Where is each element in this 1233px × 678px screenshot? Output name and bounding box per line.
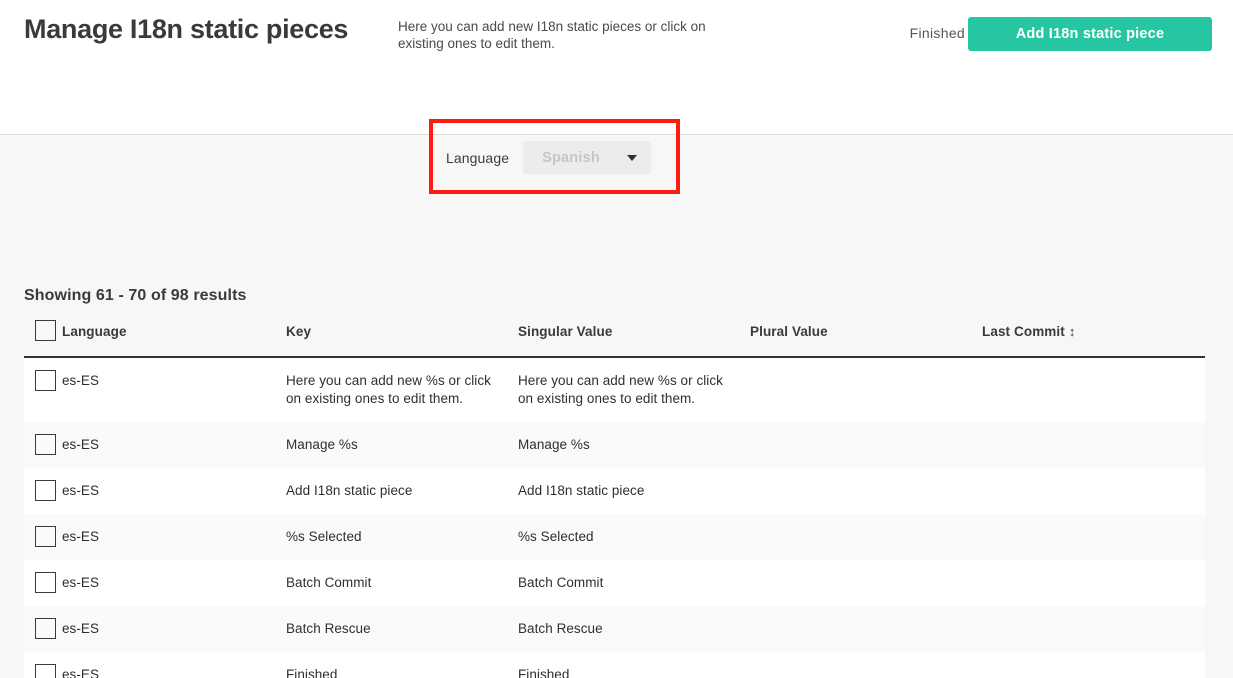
table-row[interactable]: es-ES Batch RescueBatch Rescue — [24, 606, 1205, 652]
cell-language: es-ES — [24, 606, 286, 652]
cell-language: es-ES — [24, 514, 286, 560]
cell-singular-value: Batch Rescue — [518, 606, 750, 652]
cell-language: es-ES — [24, 468, 286, 514]
column-header-language-label: Language — [62, 324, 127, 339]
page-title: Manage I18n static pieces — [24, 14, 348, 45]
cell-singular-value: Finished — [518, 652, 750, 678]
cell-language: es-ES — [24, 652, 286, 678]
cell-language-text: es-ES — [62, 436, 99, 454]
cell-plural-value — [750, 514, 982, 560]
cell-language: es-ES — [24, 422, 286, 468]
results-count: Showing 61 - 70 of 98 results — [24, 287, 247, 305]
sort-arrows-icon[interactable]: ↕ — [1069, 325, 1076, 338]
cell-last-commit — [982, 652, 1205, 678]
cell-language-text: es-ES — [62, 372, 99, 390]
cell-singular-value: Add I18n static piece — [518, 468, 750, 514]
cell-language-text: es-ES — [62, 666, 99, 678]
column-header-last-commit-label: Last Commit — [982, 324, 1065, 339]
page-header: Manage I18n static pieces Here you can a… — [0, 0, 1233, 62]
cell-key: Add I18n static piece — [286, 468, 518, 514]
chevron-down-icon — [627, 155, 637, 161]
cell-language-text: es-ES — [62, 574, 99, 592]
cell-singular-value: Here you can add new %s or click on exis… — [518, 357, 750, 422]
cell-last-commit — [982, 514, 1205, 560]
cell-plural-value — [750, 422, 982, 468]
column-header-singular-value-label: Singular Value — [518, 324, 612, 339]
page-root: Manage I18n static pieces Here you can a… — [0, 0, 1233, 678]
select-all-rows-checkbox[interactable] — [35, 320, 56, 341]
column-header-singular-value: Singular Value — [518, 324, 750, 357]
cell-language-text: es-ES — [62, 528, 99, 546]
results-table-container: Language Key Singular Value Plural Value — [24, 324, 1205, 678]
cell-language: es-ES — [24, 560, 286, 606]
table-row[interactable]: es-ES Here you can add new %s or click on… — [24, 357, 1205, 422]
row-checkbox[interactable] — [35, 480, 56, 501]
column-header-key: Key — [286, 324, 518, 357]
results-area: Showing 61 - 70 of 98 results Language K… — [0, 135, 1233, 678]
cell-key: %s Selected — [286, 514, 518, 560]
cell-language-text: es-ES — [62, 482, 99, 500]
column-header-plural-value: Plural Value — [750, 324, 982, 357]
cell-singular-value: %s Selected — [518, 514, 750, 560]
cell-key: Finished — [286, 652, 518, 678]
cell-key: Batch Commit — [286, 560, 518, 606]
i18n-static-pieces-table: Language Key Singular Value Plural Value — [24, 324, 1205, 678]
cell-last-commit — [982, 606, 1205, 652]
cell-last-commit — [982, 422, 1205, 468]
cell-plural-value — [750, 468, 982, 514]
column-header-key-label: Key — [286, 324, 311, 339]
table-header: Language Key Singular Value Plural Value — [24, 324, 1205, 357]
column-header-language: Language — [24, 324, 286, 357]
row-checkbox[interactable] — [35, 664, 56, 678]
table-row[interactable]: es-ES Manage %sManage %s — [24, 422, 1205, 468]
status-badge: Finished — [910, 25, 965, 41]
column-header-plural-value-label: Plural Value — [750, 324, 828, 339]
filter-bar: Published Yes Trash No Language Spanish — [0, 62, 1233, 135]
cell-plural-value — [750, 357, 982, 422]
add-i18n-static-piece-button[interactable]: Add I18n static piece — [968, 17, 1212, 51]
filter-language-label: Language — [446, 150, 509, 166]
table-row[interactable]: es-ES FinishedFinished — [24, 652, 1205, 678]
cell-last-commit — [982, 468, 1205, 514]
cell-key: Batch Rescue — [286, 606, 518, 652]
cell-singular-value: Manage %s — [518, 422, 750, 468]
page-subtitle: Here you can add new I18n static pieces … — [398, 18, 723, 52]
filter-language: Language Spanish — [446, 141, 651, 174]
row-checkbox[interactable] — [35, 618, 56, 639]
filter-language-value: Spanish — [542, 150, 600, 166]
cell-language: es-ES — [24, 357, 286, 422]
cell-key: Here you can add new %s or click on exis… — [286, 357, 518, 422]
table-row[interactable]: es-ES Batch CommitBatch Commit — [24, 560, 1205, 606]
table-row[interactable]: es-ES %s Selected%s Selected — [24, 514, 1205, 560]
table-header-row: Language Key Singular Value Plural Value — [24, 324, 1205, 357]
cell-language-text: es-ES — [62, 620, 99, 638]
row-checkbox[interactable] — [35, 434, 56, 455]
cell-plural-value — [750, 652, 982, 678]
cell-plural-value — [750, 560, 982, 606]
row-checkbox[interactable] — [35, 526, 56, 547]
cell-last-commit — [982, 560, 1205, 606]
cell-key: Manage %s — [286, 422, 518, 468]
table-body: es-ES Here you can add new %s or click on… — [24, 357, 1205, 678]
cell-plural-value — [750, 606, 982, 652]
table-row[interactable]: es-ES Add I18n static pieceAdd I18n stati… — [24, 468, 1205, 514]
cell-last-commit — [982, 357, 1205, 422]
cell-singular-value: Batch Commit — [518, 560, 750, 606]
row-checkbox[interactable] — [35, 370, 56, 391]
filter-language-dropdown[interactable]: Spanish — [523, 141, 651, 174]
column-header-last-commit[interactable]: Last Commit ↕ — [982, 324, 1205, 357]
row-checkbox[interactable] — [35, 572, 56, 593]
